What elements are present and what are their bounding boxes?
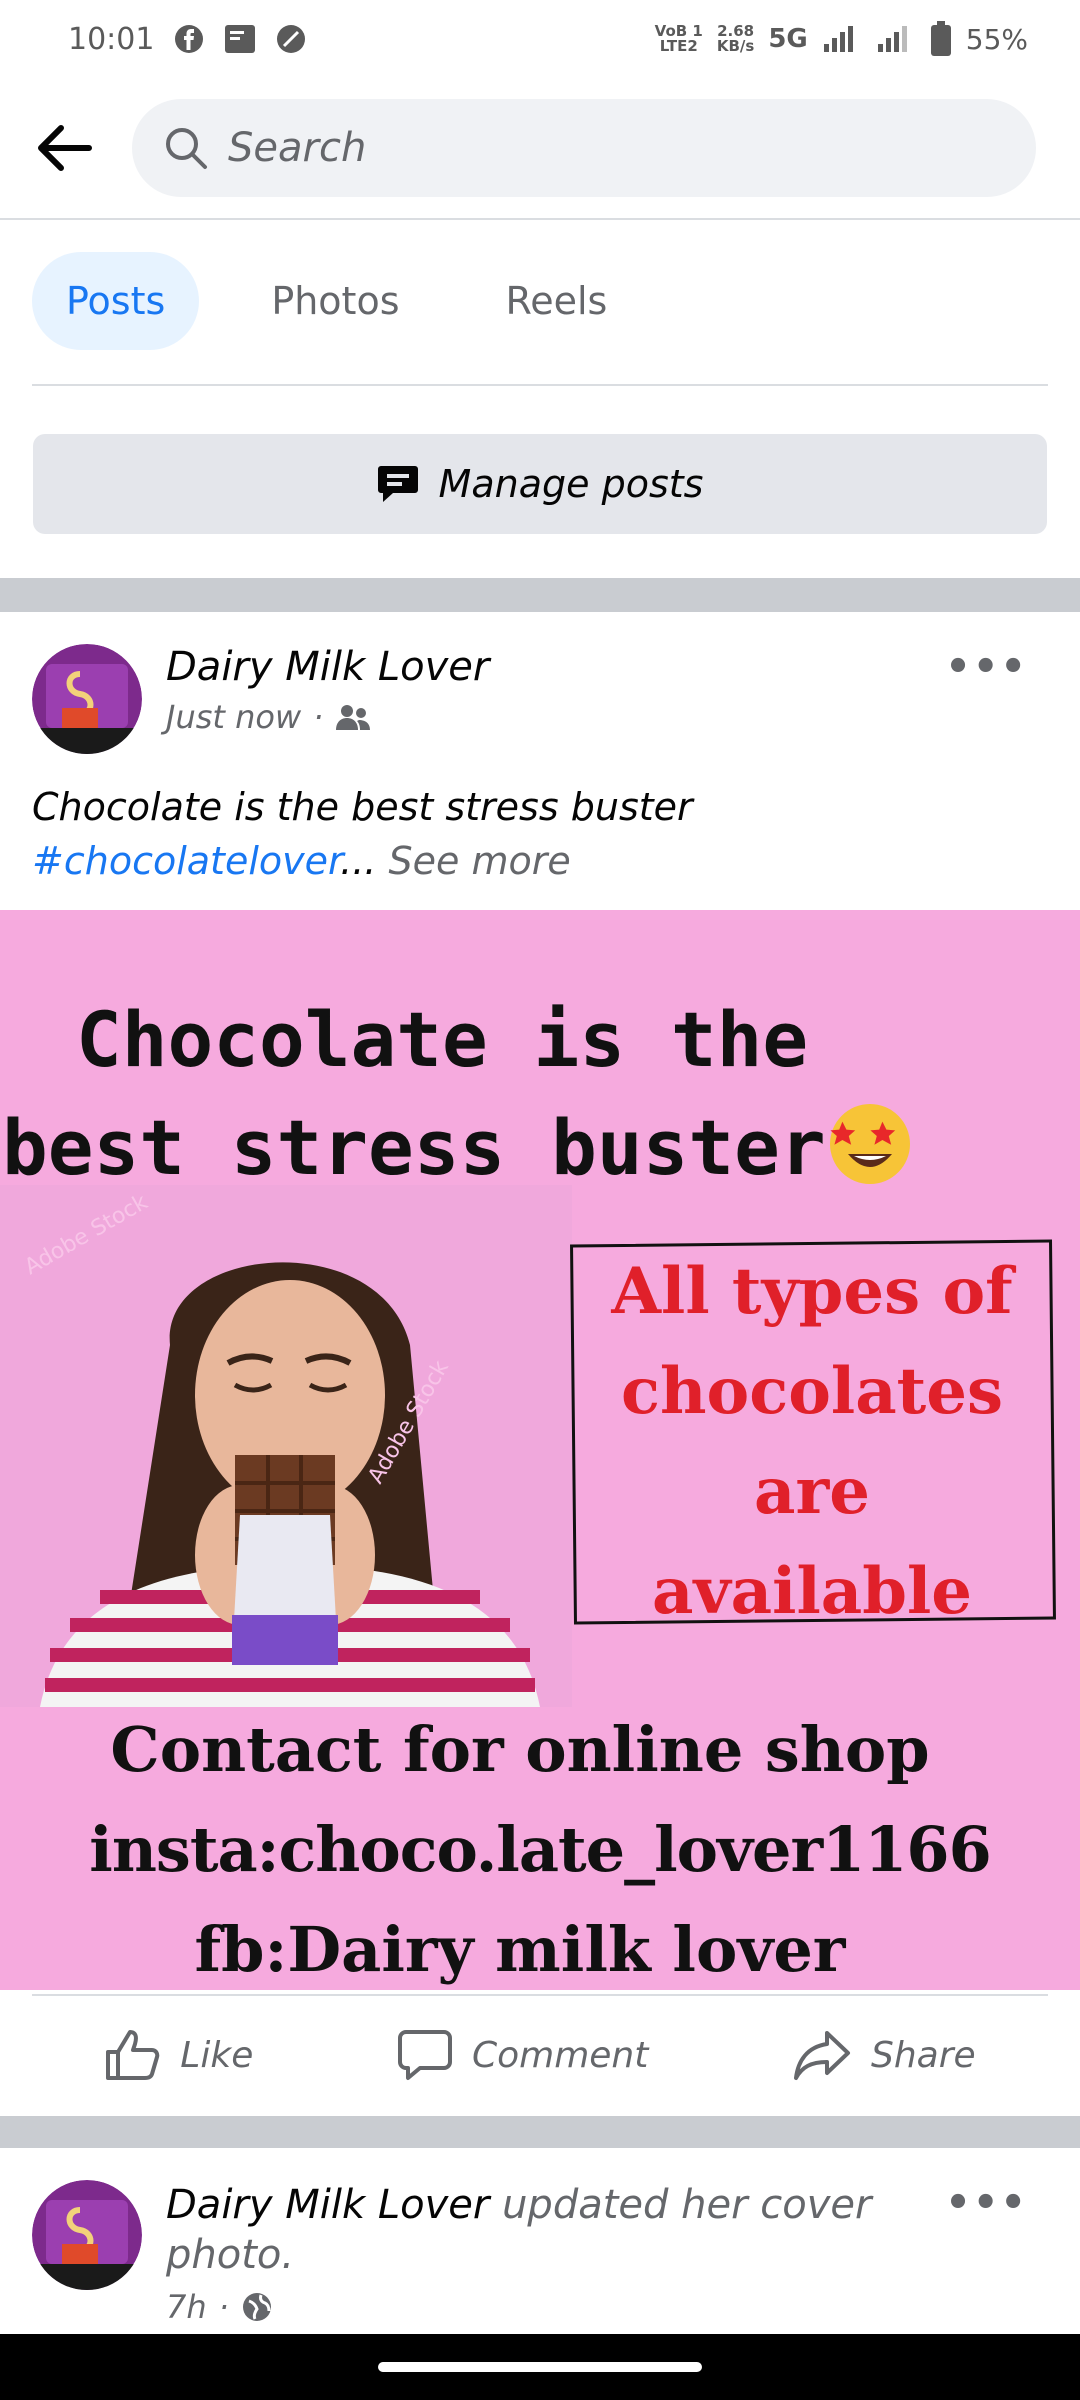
search-input[interactable]: Search: [132, 99, 1036, 197]
message-bubble-icon: [377, 466, 418, 502]
network-type: 5G: [768, 24, 808, 54]
section-separator: [0, 2116, 1080, 2148]
see-more-link[interactable]: See more: [388, 839, 570, 883]
facebook-icon: [174, 24, 204, 54]
tab-reels[interactable]: Reels: [472, 252, 642, 350]
availability-text: All types of chocolates are available: [611, 1254, 1013, 1629]
ellipsis: ...: [340, 839, 377, 883]
share-label: Share: [870, 2034, 976, 2076]
like-label: Like: [180, 2034, 254, 2076]
friends-icon: [336, 705, 371, 730]
message-icon: [224, 24, 256, 54]
post-body: Chocolate is the best stress buster: [32, 785, 693, 829]
comment-icon: [397, 2030, 452, 2080]
post-time[interactable]: 7h: [166, 2288, 207, 2326]
manage-posts-button[interactable]: Manage posts: [33, 434, 1047, 534]
search-header: Search: [0, 78, 1080, 220]
thumbs-up-icon: [106, 2030, 160, 2080]
status-bar: 10:01 VoB 1 LTE2 2.68 KB/s 5G 55%: [0, 0, 1080, 78]
signal-icon-2: [876, 24, 916, 54]
manage-posts-label: Manage posts: [438, 462, 704, 506]
woman-with-chocolate-photo: Adobe Stock Adobe Stock: [0, 1185, 572, 1707]
contact-text: Contact for online shop insta:choco.late…: [89, 1713, 991, 1986]
post-text: Chocolate is the best stress buster #cho…: [32, 780, 1048, 888]
share-button[interactable]: Share: [793, 2029, 976, 2081]
share-icon: [793, 2031, 850, 2080]
like-button[interactable]: Like: [104, 2028, 253, 2082]
post-meta: Just now ·: [166, 698, 489, 736]
tab-photos[interactable]: Photos: [237, 252, 433, 350]
avatar[interactable]: [32, 644, 142, 754]
search-icon: [166, 128, 207, 169]
home-gesture-handle[interactable]: [378, 2362, 702, 2372]
data-speed: 2.68 KB/s: [716, 22, 755, 55]
post-image[interactable]: Chocolate is the best stress buster Adob…: [0, 910, 1080, 1990]
search-placeholder: Search: [228, 125, 367, 171]
divider: [32, 384, 1048, 386]
image-title: Chocolate is the best stress buster: [0, 986, 1080, 1202]
arrow-left-icon: [38, 125, 92, 171]
post-header: Dairy Milk Lover Just now · •••: [32, 644, 1048, 754]
back-button[interactable]: [30, 115, 96, 181]
battery-icon: [930, 21, 952, 57]
hashtag-link[interactable]: #chocolatelover: [32, 839, 340, 883]
network-indicator: VoB 1 LTE2: [654, 22, 703, 55]
more-options-button[interactable]: •••: [945, 2180, 1028, 2226]
post-time[interactable]: Just now: [166, 698, 301, 736]
avatar[interactable]: [32, 2180, 142, 2290]
star-struck-emoji-icon: [829, 1104, 910, 1184]
signal-icon: [822, 24, 862, 54]
post-actions: Like Comment Share: [32, 1994, 1048, 2114]
battery-level: 55%: [965, 22, 1028, 56]
section-separator: [0, 578, 1080, 612]
profile-tabs: Posts Photos Reels: [32, 252, 641, 350]
tab-posts[interactable]: Posts: [32, 252, 200, 350]
comment-button[interactable]: Comment: [397, 2028, 649, 2082]
post-author[interactable]: Dairy Milk Lover: [166, 644, 489, 690]
globe-icon: [242, 2293, 271, 2321]
separator-dot: ·: [313, 698, 324, 736]
clock: 10:01: [68, 21, 155, 57]
separator-dot: ·: [218, 2288, 229, 2326]
post-header: Dairy Milk Lover updated her cover photo…: [32, 2180, 1048, 2326]
post-meta: 7h ·: [166, 2288, 946, 2326]
post-author[interactable]: Dairy Milk Lover: [166, 2182, 489, 2228]
more-options-button[interactable]: •••: [945, 644, 1028, 690]
leaf-icon: [276, 24, 306, 54]
post-title: Dairy Milk Lover updated her cover photo…: [166, 2180, 946, 2280]
comment-label: Comment: [471, 2034, 649, 2076]
system-navigation-bar: [0, 2334, 1080, 2400]
